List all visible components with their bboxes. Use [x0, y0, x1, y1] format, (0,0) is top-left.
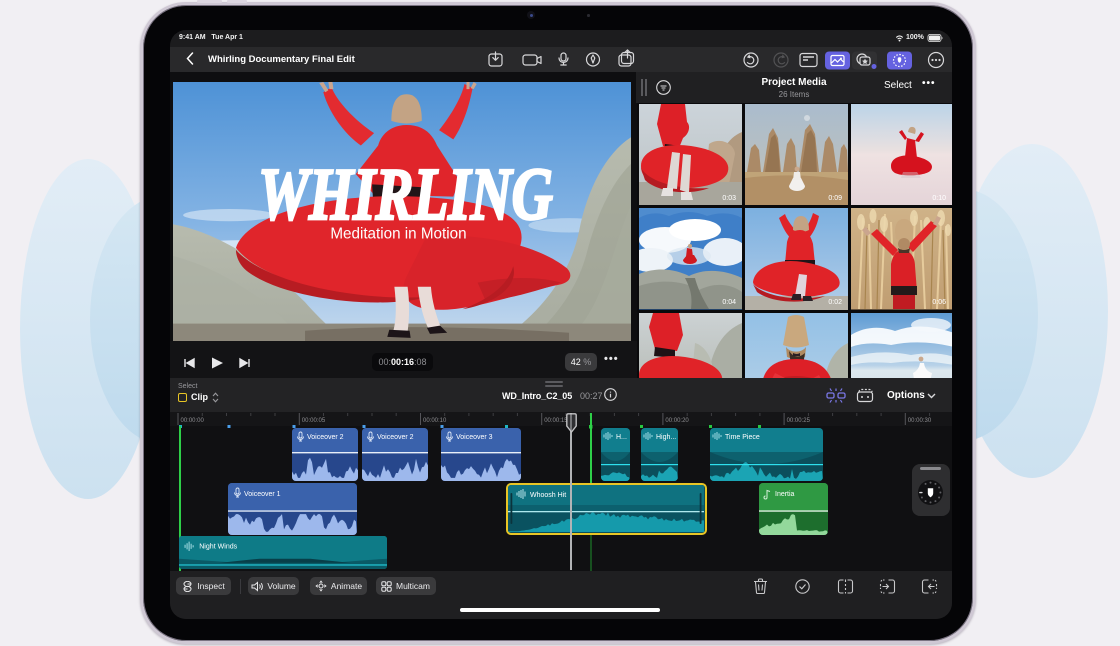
svg-text:H...: H...: [616, 434, 627, 441]
svg-text:0:02: 0:02: [828, 299, 842, 306]
svg-text:0:04: 0:04: [722, 299, 736, 306]
svg-text:Voiceover 3: Voiceover 3: [456, 434, 493, 441]
svg-text:Time Piece: Time Piece: [725, 434, 760, 441]
svg-text:Voiceover 1: Voiceover 1: [244, 491, 281, 498]
svg-text:Night Winds: Night Winds: [199, 542, 237, 550]
svg-text:WHIRLING: WHIRLING: [258, 154, 553, 235]
svg-text:Whoosh Hit: Whoosh Hit: [530, 492, 566, 499]
svg-text:Voiceover 2: Voiceover 2: [307, 434, 344, 441]
svg-text:0:09: 0:09: [828, 195, 842, 202]
svg-text:Inertia: Inertia: [775, 491, 795, 498]
svg-text:High...: High...: [656, 434, 676, 441]
svg-text:0:10: 0:10: [932, 195, 946, 202]
svg-text:Meditation in Motion: Meditation in Motion: [330, 226, 466, 243]
svg-text:Voiceover 2: Voiceover 2: [377, 434, 414, 441]
svg-text:0:06: 0:06: [932, 299, 946, 306]
svg-text:0:03: 0:03: [722, 195, 736, 202]
